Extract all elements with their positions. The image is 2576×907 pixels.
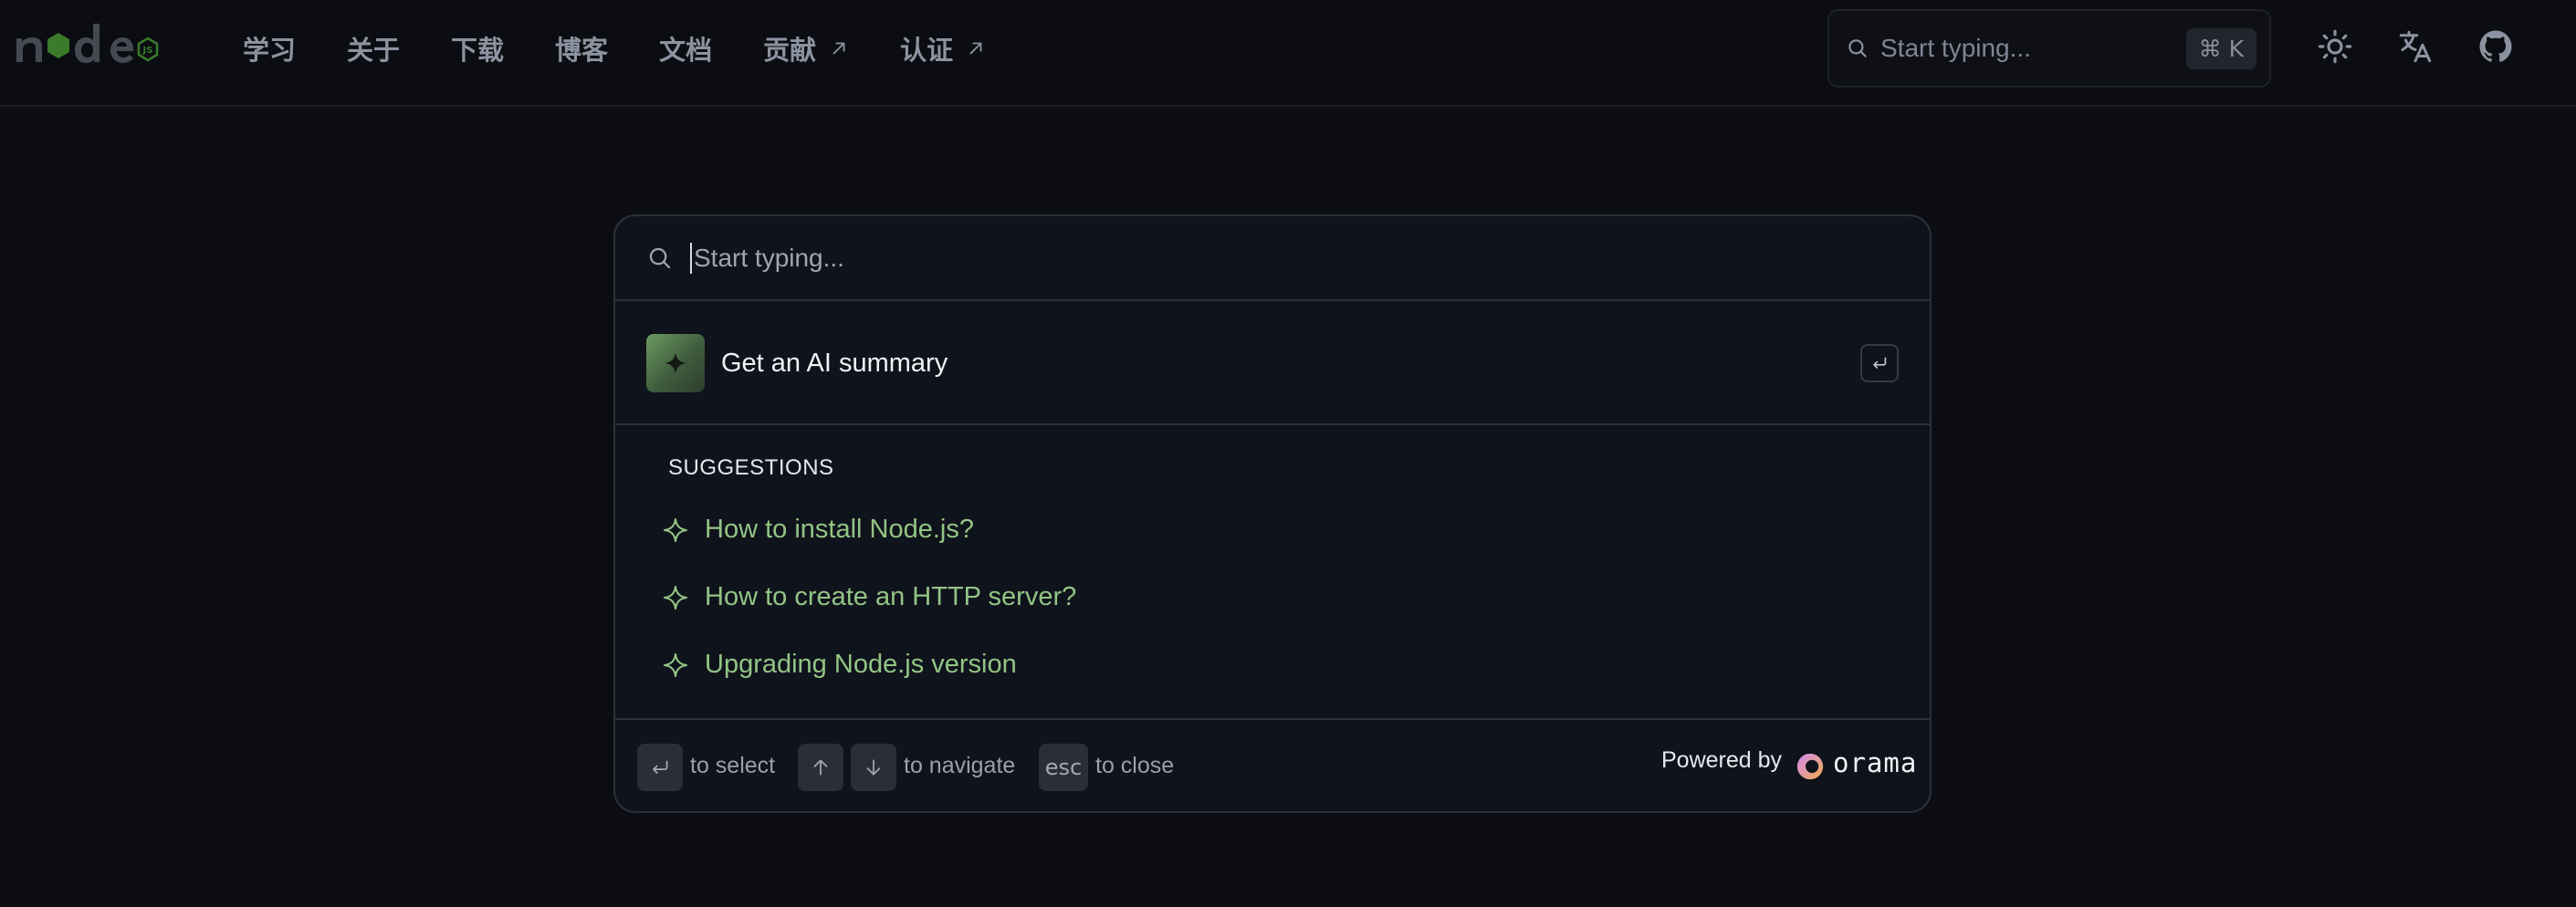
main-nav: 学习 关于 下载 博客 文档 贡献 认证 (243, 0, 986, 96)
nav-label: 下载 (451, 36, 505, 66)
external-link-icon (969, 42, 982, 54)
top-navigation-bar: JS 学习 关于 下载 博客 文档 贡献 认证 Start typing... … (0, 0, 2576, 107)
suggestion-label: How to install Node.js? (705, 515, 974, 544)
arrow-down-key (851, 744, 896, 791)
search-icon (649, 247, 671, 268)
orama-logo-icon[interactable] (1795, 751, 1826, 782)
sparkle-outline-icon (663, 652, 688, 677)
suggestions-title: SUGGESTIONS (668, 455, 834, 480)
nav-item-download[interactable]: 下载 (451, 29, 504, 68)
suggestion-item[interactable]: How to install Node.js? (661, 515, 974, 545)
external-link-icon (832, 42, 845, 54)
github-icon[interactable] (2477, 27, 2515, 66)
nav-item-about[interactable]: 关于 (347, 29, 400, 68)
arrow-up-icon (813, 759, 828, 776)
orama-brand[interactable]: orama (1833, 747, 1917, 778)
language-icon[interactable] (2396, 27, 2435, 66)
nodejs-logo[interactable]: JS (15, 20, 161, 71)
modal-search-row (615, 216, 1930, 301)
sparkle-outline-icon (663, 517, 688, 542)
search-icon (1848, 39, 1867, 57)
nav-label: 贡献 (763, 36, 817, 66)
powered-by-label: Powered by (1661, 747, 1783, 773)
modal-footer: to select to navigate esc to close Power… (615, 718, 1930, 811)
nav-item-certification[interactable]: 认证 (900, 29, 986, 68)
top-search-box[interactable]: Start typing... ⌘ K (1827, 9, 2271, 88)
suggestion-item[interactable]: Upgrading Node.js version (661, 650, 1017, 680)
enter-key-hint (1860, 344, 1899, 382)
close-hint: to close (1095, 753, 1175, 778)
nav-item-contribute[interactable]: 贡献 (763, 29, 849, 68)
ai-badge (646, 334, 705, 392)
enter-icon (1873, 357, 1887, 369)
ai-summary-option[interactable]: Get an AI summary (615, 303, 1930, 425)
nav-label: 博客 (555, 36, 609, 66)
enter-key-badge (637, 744, 683, 791)
suggestion-label: How to create an HTTP server? (705, 582, 1077, 611)
nav-label: 文档 (659, 36, 713, 66)
nav-item-blog[interactable]: 博客 (555, 29, 608, 68)
top-search-placeholder: Start typing... (1880, 34, 2031, 62)
suggestion-item[interactable]: How to create an HTTP server? (661, 582, 1076, 612)
arrow-down-icon (866, 759, 881, 776)
navigate-hint: to navigate (904, 753, 1016, 778)
sparkle-icon (665, 352, 686, 374)
modal-search-input[interactable] (690, 242, 1930, 274)
theme-toggle-icon[interactable] (2316, 27, 2354, 66)
sparkle-outline-icon (663, 585, 688, 610)
nav-label: 认证 (900, 36, 954, 66)
nav-item-docs[interactable]: 文档 (659, 29, 712, 68)
nav-item-learn[interactable]: 学习 (243, 29, 296, 68)
ai-summary-label: Get an AI summary (721, 348, 948, 378)
svg-text:JS: JS (142, 46, 153, 56)
select-hint: to select (690, 753, 776, 778)
arrow-up-key (798, 744, 843, 791)
enter-icon (653, 760, 668, 774)
search-shortcut-badge: ⌘ K (2185, 27, 2257, 69)
suggestion-label: Upgrading Node.js version (705, 650, 1017, 679)
nav-label: 学习 (243, 36, 297, 66)
nav-label: 关于 (347, 36, 401, 66)
search-modal: Get an AI summary SUGGESTIONS How to ins… (613, 214, 1932, 813)
esc-key: esc (1039, 744, 1088, 791)
